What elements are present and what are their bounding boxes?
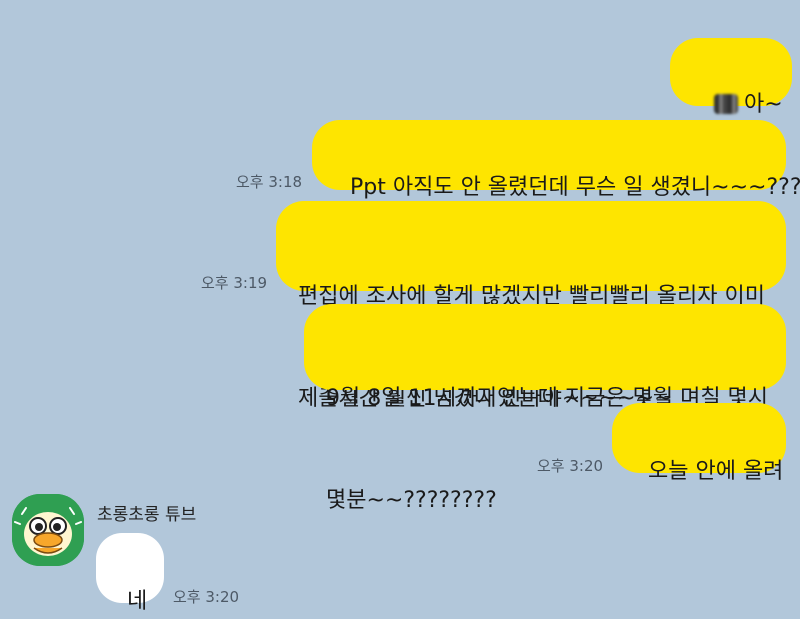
tube-duck-avatar-icon (12, 494, 84, 566)
message-timestamp: 오후 3:20 (173, 588, 240, 606)
message-text: 네 (127, 589, 148, 614)
outgoing-message-1[interactable]: 아~ (670, 38, 792, 117)
outgoing-message-3[interactable]: 편집에 조사에 할게 많겠지만 빨리빨리 올리자 이미 제출시간 훨씬 넘겼다 … (276, 201, 786, 411)
message-timestamp: 오후 3:18 (236, 173, 303, 191)
blurred-name-icon (714, 94, 738, 114)
message-text: 오늘 안에 올려 (648, 459, 784, 484)
message-timestamp: 오후 3:20 (537, 457, 604, 475)
message-timestamp: 오후 3:19 (201, 274, 268, 292)
sender-name: 초롱초롱 튜브 (97, 505, 197, 525)
message-text: 아~ (744, 92, 783, 117)
incoming-message[interactable]: 네 (96, 533, 164, 614)
message-text-line-2: 몇분~~???????? (326, 488, 497, 513)
outgoing-message-4[interactable]: 9월 8일 11시까지였는데 지금은 몇월 며칠 몇시 몇분~~???????? (304, 304, 786, 513)
message-text: Ppt 아직도 안 올렸던데 무슨 일 생겼니~~~??? (350, 175, 800, 200)
outgoing-message-2[interactable]: Ppt 아직도 안 올렸던데 무슨 일 생겼니~~~??? (312, 120, 800, 200)
sender-avatar[interactable] (12, 494, 84, 566)
outgoing-message-5[interactable]: 오늘 안에 올려 (612, 403, 786, 484)
